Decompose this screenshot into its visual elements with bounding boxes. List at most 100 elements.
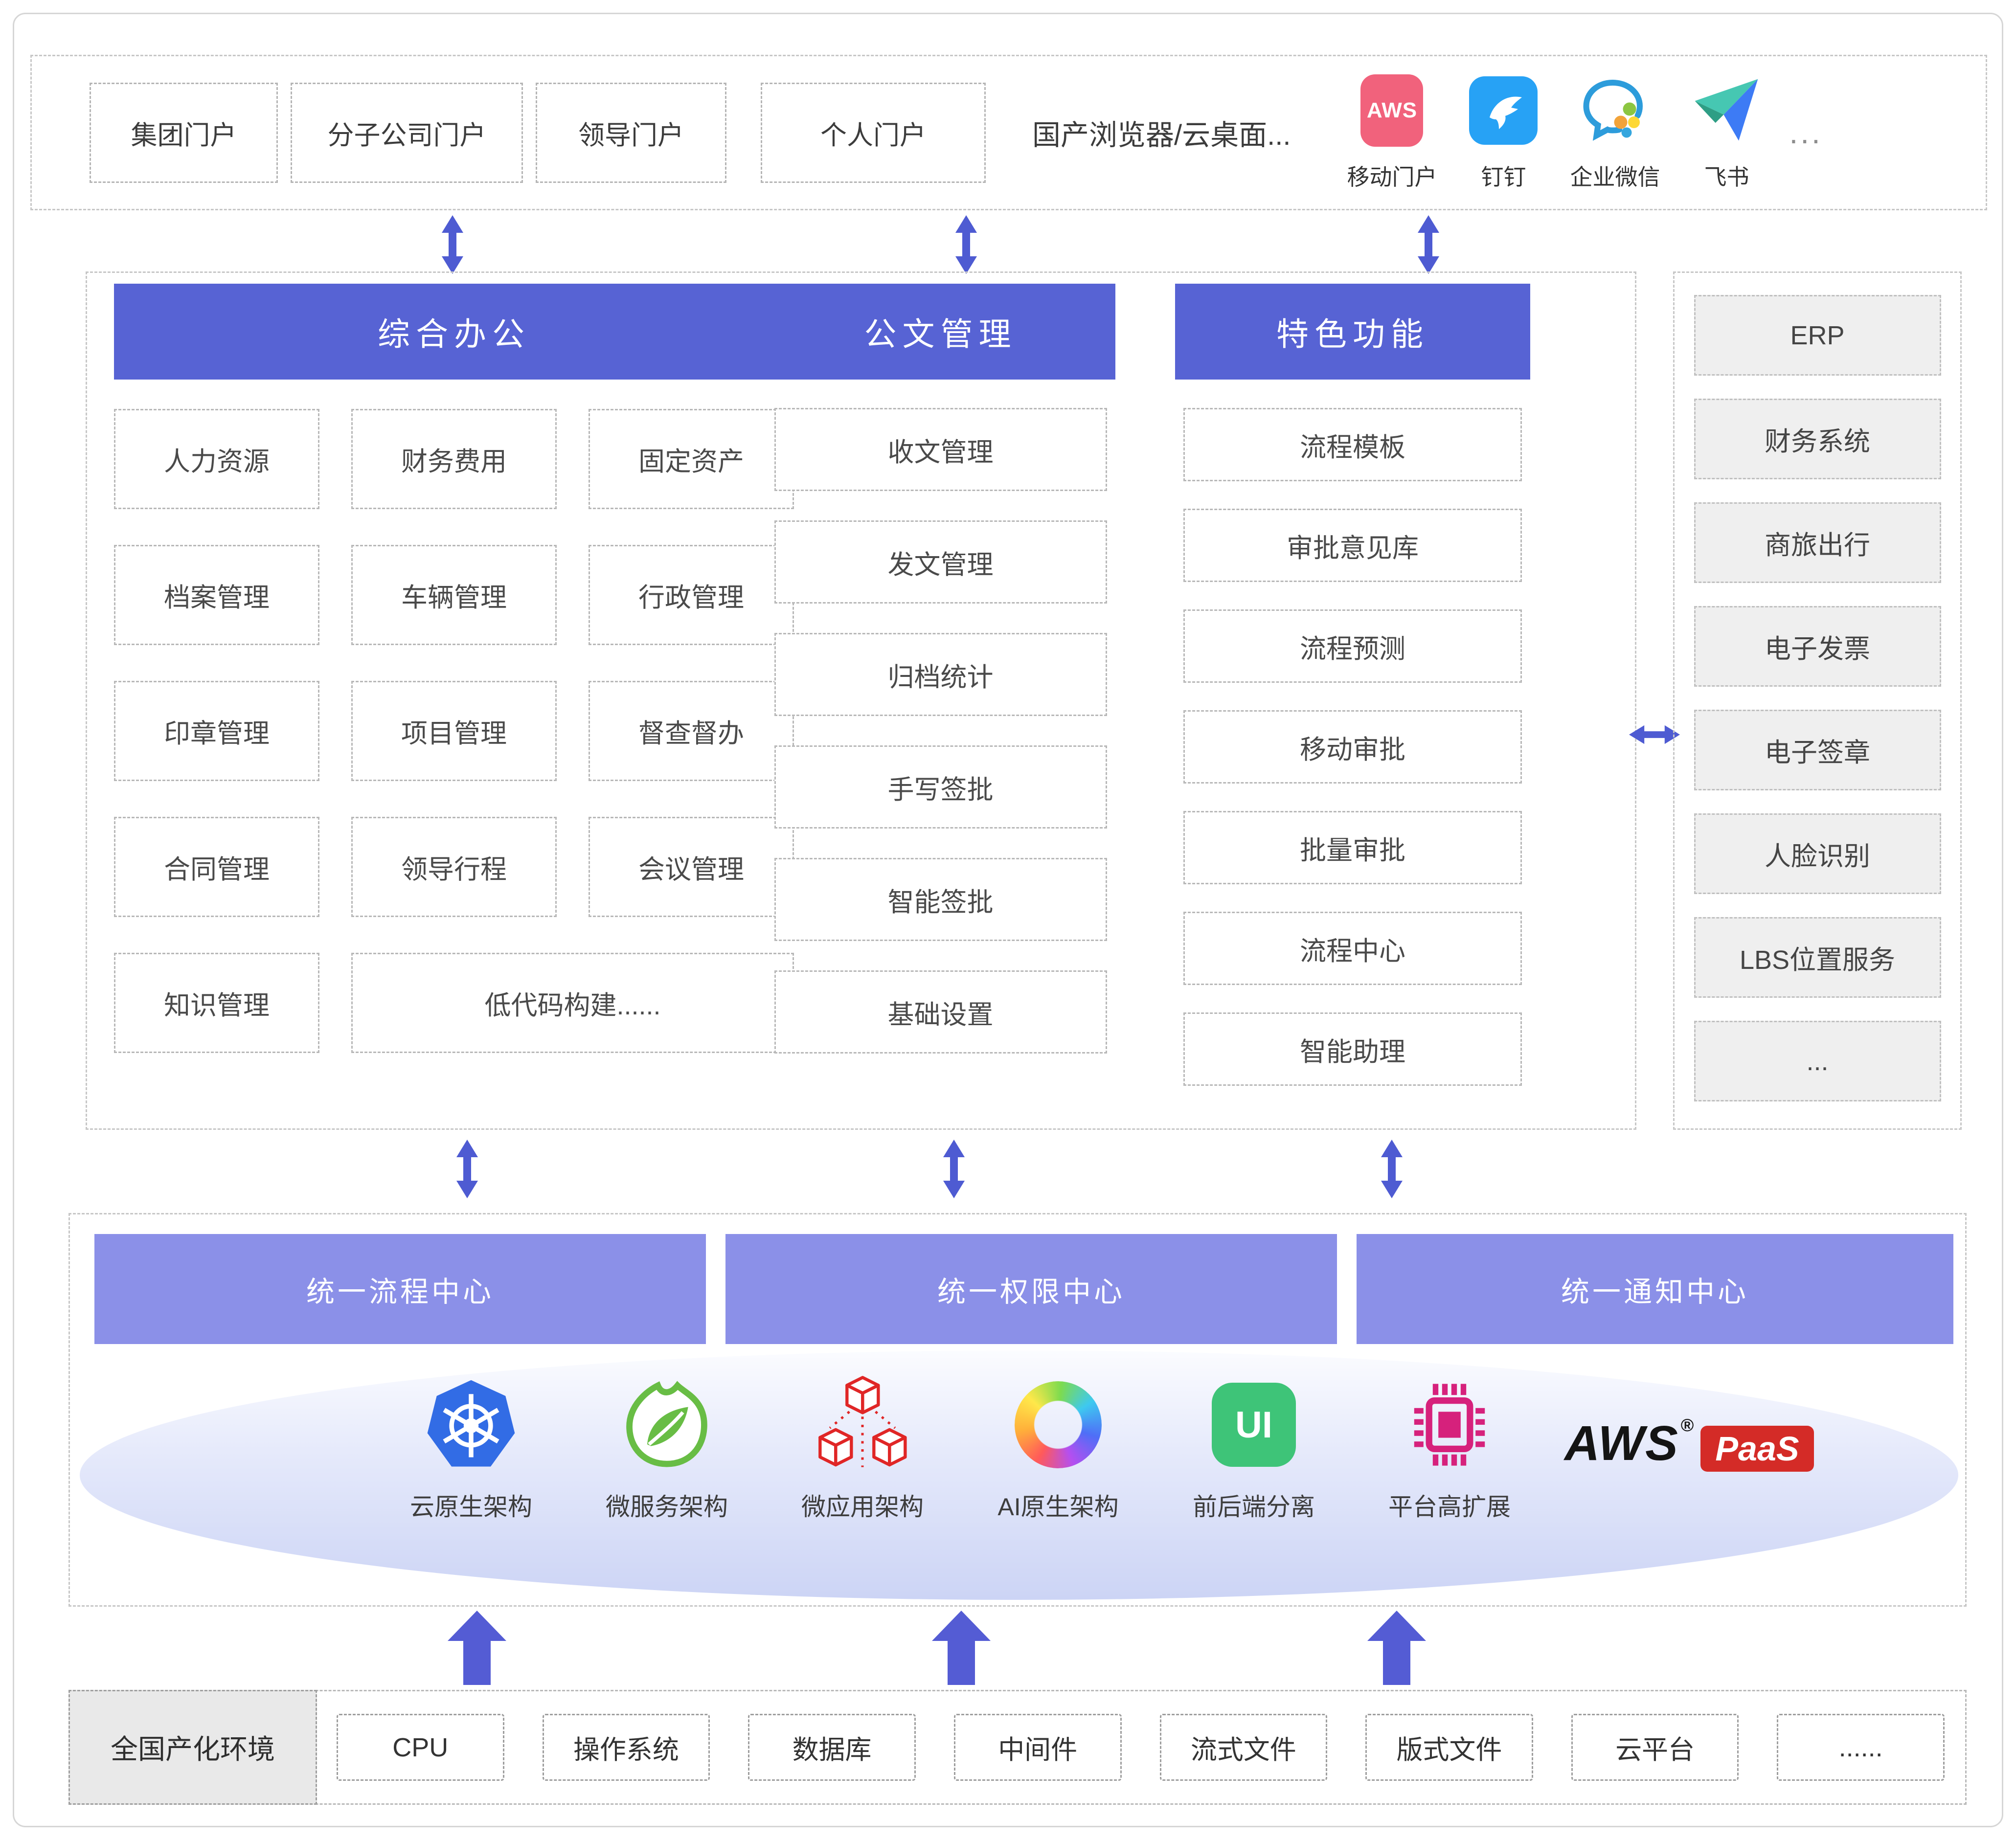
module-box: 收文管理: [774, 408, 1107, 491]
infra-label: 云平台: [1615, 1735, 1695, 1765]
unified-notification-center-bar: 统一通知中心: [1357, 1234, 1953, 1344]
app-dingtalk: 钉钉: [1469, 73, 1538, 192]
browser-desktop-text: 国产浏览器/云桌面...: [1032, 119, 1291, 151]
paas-badge: PaaS: [1700, 1426, 1814, 1472]
spring-icon: [626, 1381, 707, 1467]
infra-label: 操作系统: [573, 1735, 679, 1765]
module-label: 基础设置: [887, 1000, 994, 1030]
service-label: 电子发票: [1765, 634, 1870, 664]
dingtalk-icon: [1469, 76, 1538, 145]
platform-layer-band: 统一流程中心 统一权限中心 统一通知中心 云原生架构 微服务架构 微应用架构 A…: [68, 1213, 1967, 1607]
aws-mobile-icon: AWS: [1360, 74, 1424, 147]
feature-microservice: 微服务架构: [569, 1376, 765, 1523]
application-layer-band: 综合办公 人力资源 财务费用 固定资产 档案管理 车辆管理 行政管理 印章管理 …: [86, 271, 1636, 1130]
more-apps-ellipsis: ...: [1789, 115, 1823, 150]
module-box: 领导行程: [351, 817, 557, 917]
app-mobile-portal: AWS 移动门户: [1347, 73, 1437, 192]
feature-microapp: 微应用架构: [765, 1376, 960, 1523]
module-label: 合同管理: [164, 855, 270, 884]
double-arrow-horizontal-icon: [1629, 725, 1680, 744]
module-box: 印章管理: [114, 681, 319, 781]
double-arrow-vertical-icon: [442, 215, 463, 274]
ui-icon: UI: [1212, 1383, 1296, 1467]
feature-cloud-native: 云原生架构: [373, 1376, 569, 1523]
paas-badge-text: PaaS: [1715, 1430, 1799, 1468]
app-wecom: 企业微信: [1570, 73, 1660, 192]
service-label: 商旅出行: [1765, 531, 1870, 560]
module-label: 归档统计: [887, 662, 994, 692]
module-label: 收文管理: [887, 437, 994, 467]
module-box: 知识管理: [114, 953, 319, 1053]
micro-app-cubes-icon: [814, 1376, 911, 1467]
infra-label: 中间件: [998, 1735, 1078, 1765]
app-feishu: 飞书: [1692, 73, 1761, 192]
app-label: 钉钉: [1481, 164, 1526, 190]
office-items-grid: 人力资源 财务费用 固定资产 档案管理 车辆管理 行政管理 印章管理 项目管理 …: [114, 409, 794, 1053]
module-label: 车辆管理: [401, 583, 507, 612]
module-box: 人力资源: [114, 409, 319, 509]
app-label: 飞书: [1704, 164, 1749, 190]
module-box: 项目管理: [351, 681, 557, 781]
service-label: ERP: [1790, 320, 1845, 350]
module-box: 车辆管理: [351, 545, 557, 645]
module-box: 手写签批: [774, 745, 1107, 829]
portal-box-leader: 领导门户: [536, 82, 726, 183]
module-box: 流程中心: [1183, 912, 1522, 985]
service-label: 财务系统: [1765, 427, 1870, 456]
module-box: 合同管理: [114, 817, 319, 917]
feature-frontend-backend: UI 前后端分离: [1156, 1376, 1352, 1523]
kubernetes-icon: [427, 1380, 515, 1467]
domestic-environment-label: 全国产化环境: [68, 1690, 317, 1805]
aws-paas-logo: AWS ® PaaS: [1564, 1415, 1814, 1472]
service-box: 电子发票: [1694, 606, 1941, 687]
wecom-icon: [1583, 80, 1643, 141]
ai-ring-icon: [1015, 1381, 1102, 1468]
external-systems-band: ERP 财务系统 商旅出行 电子发票 电子签章 人脸识别 LBS位置服务 ...: [1673, 271, 1962, 1130]
unified-process-center-bar: 统一流程中心: [94, 1234, 706, 1344]
infrastructure-items-row: CPU 操作系统 数据库 中间件 流式文件 版式文件 云平台 ......: [337, 1714, 1945, 1781]
double-arrow-vertical-icon: [1381, 1140, 1403, 1198]
infra-box: CPU: [337, 1714, 504, 1781]
double-arrow-vertical-icon: [943, 1140, 965, 1198]
module-label: 发文管理: [887, 550, 994, 580]
module-box: 档案管理: [114, 545, 319, 645]
access-layer-band: 集团门户 分子公司门户 领导门户 个人门户 国产浏览器/云桌面... AWS 移…: [30, 55, 1987, 210]
service-box: 商旅出行: [1694, 502, 1941, 583]
double-arrow-vertical-icon: [1418, 215, 1439, 274]
service-label: LBS位置服务: [1739, 945, 1896, 975]
feature-label: 前后端分离: [1193, 1493, 1315, 1521]
column-header: 综合办公: [114, 284, 794, 380]
module-box: 智能签批: [774, 858, 1107, 941]
service-box: 财务系统: [1694, 399, 1941, 479]
module-label: 固定资产: [638, 447, 744, 476]
module-label: 财务费用: [401, 447, 507, 476]
module-label: 手写签批: [887, 775, 994, 805]
infra-box: 操作系统: [542, 1714, 710, 1781]
module-box: 审批意见库: [1183, 509, 1522, 582]
module-box: 归档统计: [774, 633, 1107, 716]
module-label: 档案管理: [164, 583, 270, 612]
service-box: 人脸识别: [1694, 813, 1941, 894]
feature-scalability: 平台高扩展: [1352, 1376, 1547, 1523]
portal-box-subsidiary: 分子公司门户: [291, 82, 523, 183]
service-label: ...: [1806, 1046, 1829, 1076]
infrastructure-band: 全国产化环境 CPU 操作系统 数据库 中间件 流式文件 版式文件 云平台 ..…: [68, 1690, 1967, 1805]
service-box-ellipsis: ...: [1694, 1021, 1941, 1101]
up-arrow-icon: [932, 1611, 991, 1685]
aws-mobile-icon-text: AWS: [1366, 98, 1418, 122]
feishu-icon: [1695, 79, 1758, 141]
service-label: 人脸识别: [1765, 842, 1870, 871]
module-label: 流程模板: [1300, 432, 1405, 462]
portal-box-personal: 个人门户: [761, 82, 986, 183]
module-box: 流程预测: [1183, 609, 1522, 683]
column-header: 特色功能: [1175, 284, 1530, 380]
module-label: 流程预测: [1300, 634, 1405, 664]
double-arrow-vertical-icon: [456, 1140, 478, 1198]
module-label: 领导行程: [401, 855, 507, 884]
unified-permission-center-bar: 统一权限中心: [725, 1234, 1337, 1344]
infra-box: 流式文件: [1159, 1714, 1328, 1781]
aws-paas-logo-aws-text: AWS: [1564, 1416, 1679, 1471]
portal-label: 集团门户: [131, 120, 237, 150]
module-label: 印章管理: [164, 719, 270, 748]
module-label: 智能签批: [887, 887, 994, 917]
